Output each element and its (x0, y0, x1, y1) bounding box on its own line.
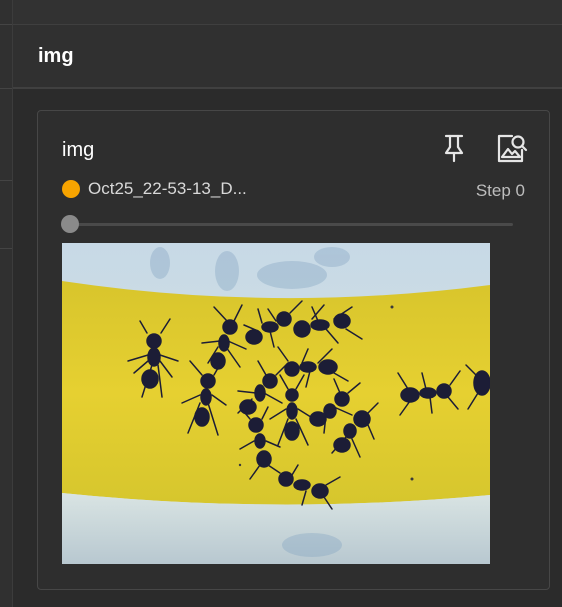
section-title: img (38, 45, 74, 67)
rail-divider (0, 88, 12, 89)
card-title: img (62, 139, 95, 161)
step-slider-track[interactable] (71, 223, 513, 226)
rail-divider (0, 24, 12, 25)
left-rail (0, 0, 13, 607)
pin-button[interactable] (438, 131, 470, 165)
image-card: img Oct25_22-53-13_D... Step 0 (37, 110, 550, 590)
top-bar (13, 0, 562, 25)
ant-image (62, 243, 490, 564)
rail-divider (0, 180, 12, 181)
inspect-image-button[interactable] (496, 131, 528, 165)
section-header[interactable]: img (13, 25, 562, 89)
image-search-icon (497, 134, 528, 163)
run-row: Oct25_22-53-13_D... (62, 179, 247, 199)
run-name: Oct25_22-53-13_D... (88, 179, 247, 198)
pin-icon (444, 134, 464, 163)
run-color-dot (62, 180, 80, 198)
rail-divider (0, 248, 12, 249)
step-slider-thumb[interactable] (61, 215, 79, 233)
step-label: Step 0 (475, 181, 525, 200)
